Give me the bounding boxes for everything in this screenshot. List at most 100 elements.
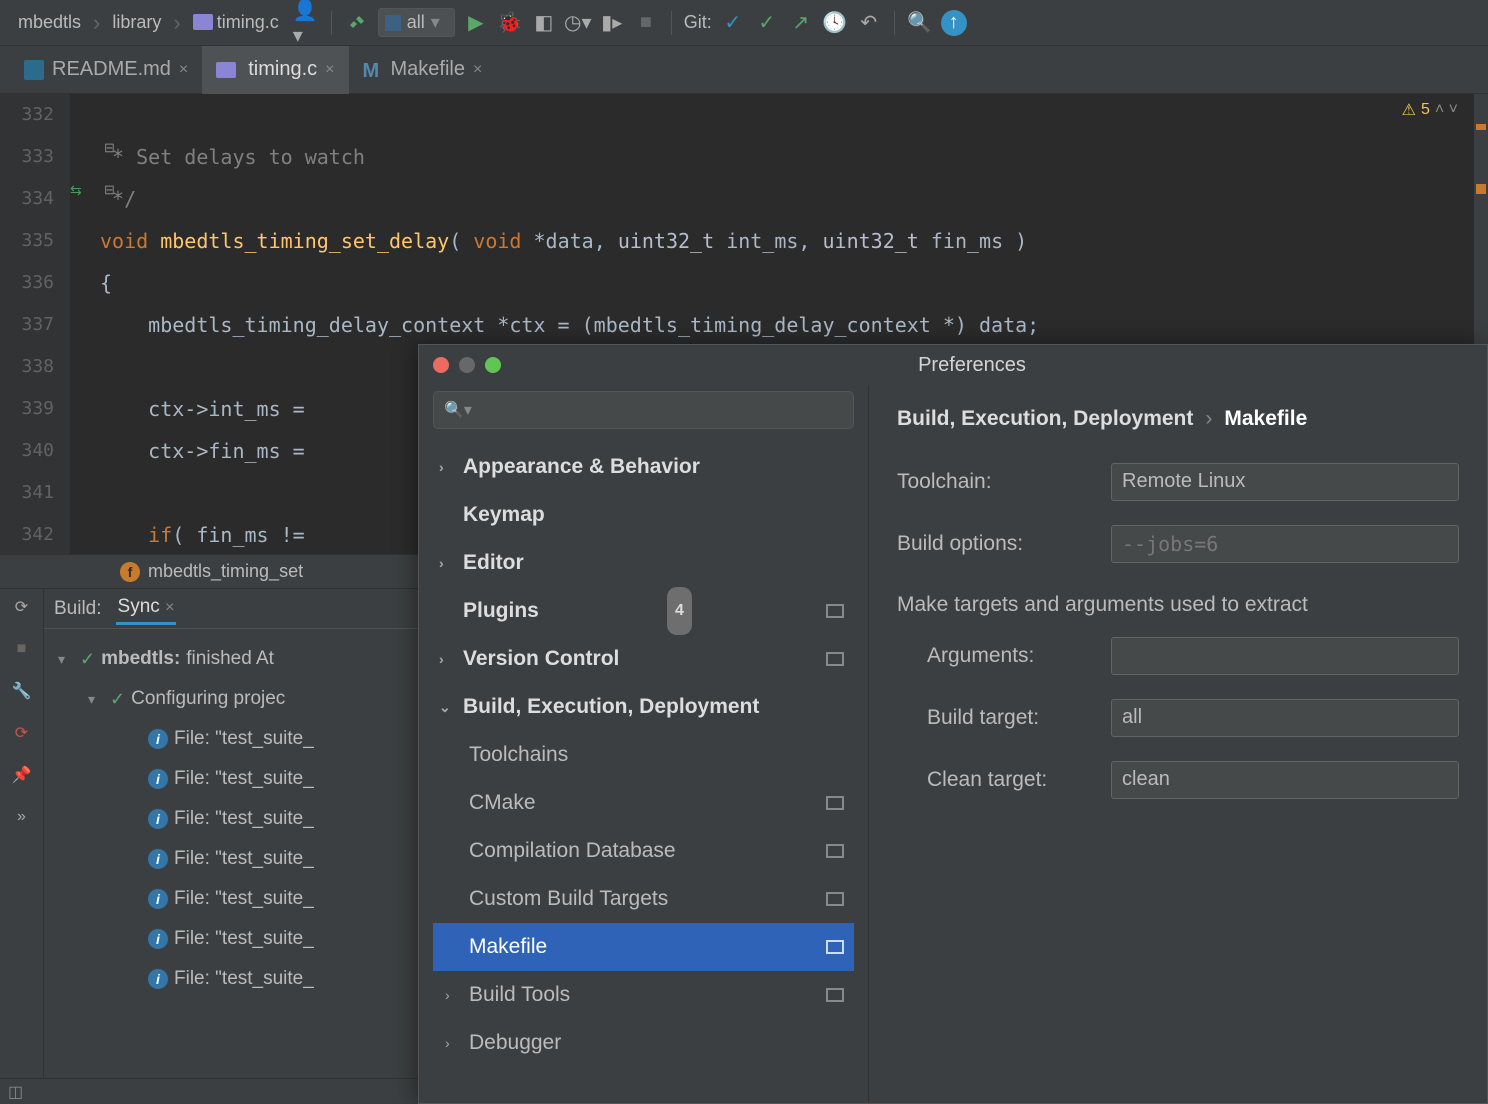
close-icon[interactable]: × — [325, 61, 334, 79]
stop-icon[interactable]: ■ — [633, 10, 659, 36]
run-icon[interactable]: ▶ — [463, 10, 489, 36]
preferences-tree: ›Appearance & Behavior Keymap ›Editor Pl… — [433, 443, 854, 1067]
node-label: Version Control — [463, 635, 619, 683]
chevron-right-icon: › — [439, 635, 455, 683]
code-token: *data, — [534, 229, 618, 253]
node-label: Makefile — [469, 923, 547, 971]
scope-icon — [826, 652, 844, 666]
node-label: Debugger — [469, 1019, 561, 1067]
rollback-icon[interactable]: ↶ — [856, 10, 882, 36]
buildtarget-input[interactable]: all — [1111, 699, 1459, 737]
tab-readme[interactable]: README.md× — [10, 46, 202, 94]
reload-icon[interactable]: ⟳ — [10, 721, 34, 745]
git-label: Git: — [684, 12, 712, 33]
label-buildtarget: Build target: — [897, 706, 1087, 730]
chevron-right-icon: › — [439, 539, 455, 587]
fold-icon[interactable]: ⊟ — [104, 140, 115, 156]
node-label: Build, Execution, Deployment — [463, 683, 759, 731]
crumb-root[interactable]: mbedtls — [12, 10, 87, 35]
code-token: if — [148, 523, 172, 547]
node-keymap[interactable]: Keymap — [433, 491, 854, 539]
chevron-down-icon: ⌄ — [439, 683, 455, 731]
node-custom[interactable]: Custom Build Targets — [433, 875, 854, 923]
toolchain-select[interactable]: Remote Linux — [1111, 463, 1459, 501]
refresh-icon[interactable]: ⟳ — [10, 595, 34, 619]
node-debugger[interactable]: ›Debugger — [433, 1019, 854, 1067]
code-token: fin_ms ) — [931, 229, 1027, 253]
dialog-titlebar[interactable]: Preferences — [419, 345, 1487, 385]
scope-icon — [826, 988, 844, 1002]
node-toolchains[interactable]: Toolchains — [433, 731, 854, 779]
chevron-down-icon: ▾ — [58, 639, 74, 679]
minimize-window-icon[interactable] — [459, 357, 475, 373]
inspections-badge[interactable]: ⚠ 5 ˄ ˅ — [1402, 100, 1458, 120]
coverage-icon[interactable]: ◧ — [531, 10, 557, 36]
pin-icon[interactable]: 📌 — [10, 763, 34, 787]
fold-icon[interactable]: ⊟ — [104, 182, 115, 198]
stop-icon[interactable]: ■ — [10, 637, 34, 661]
debug-icon[interactable]: 🐞 — [497, 10, 523, 36]
user-icon[interactable]: 👤▾ — [293, 10, 319, 36]
run-config-select[interactable]: all ▾ — [378, 8, 455, 37]
node-bed[interactable]: ⌄Build, Execution, Deployment — [433, 683, 854, 731]
search-icon[interactable]: 🔍 — [907, 10, 933, 36]
close-icon[interactable]: × — [179, 61, 188, 79]
wrench-icon[interactable]: 🔧 — [10, 679, 34, 703]
row-toolchain: Toolchain: Remote Linux — [897, 463, 1459, 501]
update-icon[interactable]: ✓ — [720, 10, 746, 36]
bc-l1[interactable]: Build, Execution, Deployment — [897, 407, 1193, 431]
maximize-window-icon[interactable] — [485, 357, 501, 373]
crumb-file[interactable]: timing.c — [187, 10, 285, 35]
node-buildtools[interactable]: ›Build Tools — [433, 971, 854, 1019]
line-no: 336 — [0, 262, 54, 304]
editor-crumb-label[interactable]: mbedtls_timing_set — [148, 561, 303, 582]
row-buildopt: Build options: --jobs=6 — [897, 525, 1459, 563]
tab-makefile[interactable]: MMakefile× — [349, 46, 497, 94]
node-compdb[interactable]: Compilation Database — [433, 827, 854, 875]
cleantarget-input[interactable]: clean — [1111, 761, 1459, 799]
crumb-library[interactable]: library — [106, 10, 167, 35]
tabbar: README.md× timing.c× MMakefile× — [0, 46, 1488, 94]
attach-icon[interactable]: ▮▸ — [599, 10, 625, 36]
build-toolbar: ⟳ ■ 🔧 ⟳ 📌 » — [0, 589, 44, 1104]
buildopt-input[interactable]: --jobs=6 — [1111, 525, 1459, 563]
node-editor[interactable]: ›Editor — [433, 539, 854, 587]
build-tab-sync[interactable]: Sync × — [116, 592, 177, 625]
preferences-dialog: Preferences 🔍▾ ›Appearance & Behavior Ke… — [418, 344, 1488, 1104]
close-icon[interactable]: × — [165, 599, 174, 616]
close-window-icon[interactable] — [433, 357, 449, 373]
scope-icon — [826, 604, 844, 618]
node-makefile[interactable]: Makefile — [433, 923, 854, 971]
scope-icon — [826, 844, 844, 858]
search-icon: 🔍▾ — [444, 400, 472, 420]
statusbar-icon[interactable]: ◫ — [8, 1082, 23, 1102]
history-icon[interactable]: 🕓 — [822, 10, 848, 36]
build-label: Build: — [52, 594, 104, 624]
search-input[interactable]: 🔍▾ — [433, 391, 854, 429]
node-vcs[interactable]: ›Version Control — [433, 635, 854, 683]
node-plugins[interactable]: Plugins4 — [433, 587, 854, 635]
sync-icon[interactable]: ↑ — [941, 10, 967, 36]
line-no: 340 — [0, 430, 54, 472]
node-cmake[interactable]: CMake — [433, 779, 854, 827]
commit-icon[interactable]: ✓ — [754, 10, 780, 36]
node-appearance[interactable]: ›Appearance & Behavior — [433, 443, 854, 491]
hammer-icon[interactable] — [344, 10, 370, 36]
profile-icon[interactable]: ◷▾ — [565, 10, 591, 36]
line-no: 334 — [0, 178, 54, 220]
label-buildopt: Build options: — [897, 532, 1087, 556]
code-line: * Set delays to watch — [100, 145, 365, 169]
push-icon[interactable]: ↗ — [788, 10, 814, 36]
warn-count: 5 — [1421, 101, 1430, 119]
tab-timing[interactable]: timing.c× — [202, 46, 348, 94]
line-no: 341 — [0, 472, 54, 514]
close-icon[interactable]: × — [473, 61, 482, 79]
code-token: uint32_t — [618, 229, 726, 253]
arguments-input[interactable] — [1111, 637, 1459, 675]
chevron-right-icon: › — [1205, 407, 1212, 431]
scope-icon — [826, 796, 844, 810]
more-icon[interactable]: » — [10, 805, 34, 829]
run-config-label: all — [407, 12, 425, 33]
section-heading: Make targets and arguments used to extra… — [897, 593, 1459, 617]
bc-l2: Makefile — [1224, 407, 1307, 431]
